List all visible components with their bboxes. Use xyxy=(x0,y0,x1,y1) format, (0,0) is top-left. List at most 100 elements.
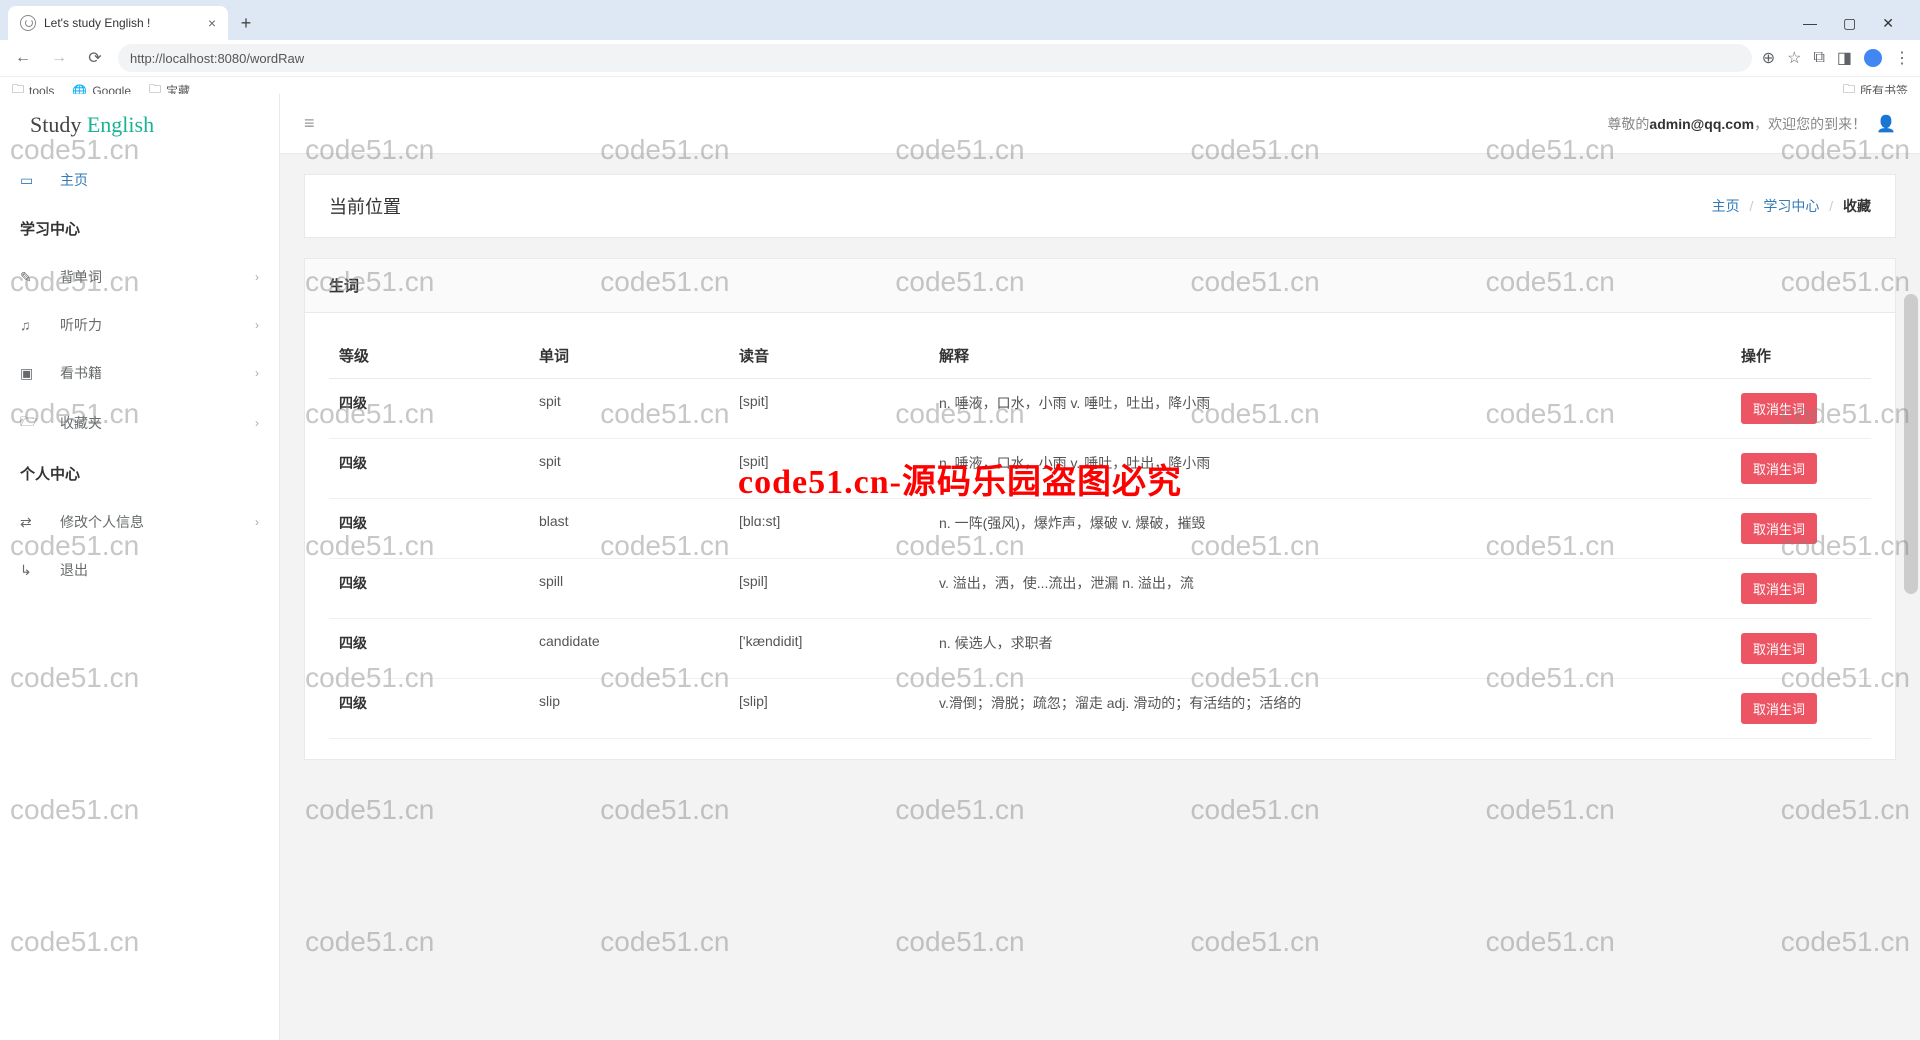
maximize-icon[interactable]: ▢ xyxy=(1839,11,1860,36)
greeting-user: admin@qq.com xyxy=(1649,116,1754,132)
cell-pron: [slip] xyxy=(729,679,929,739)
minimize-icon[interactable]: — xyxy=(1799,11,1821,35)
sidebar-item-words[interactable]: ✎ 背单词 › xyxy=(0,253,279,301)
close-window-icon[interactable]: ✕ xyxy=(1878,11,1898,36)
table-row: 四级spit[spit]n. 唾液，口水，小雨 v. 唾吐，吐出，降小雨取消生词 xyxy=(329,439,1871,499)
remove-word-button[interactable]: 取消生词 xyxy=(1741,393,1817,424)
remove-word-button[interactable]: 取消生词 xyxy=(1741,693,1817,724)
remove-word-button[interactable]: 取消生词 xyxy=(1741,513,1817,544)
panel-title: 生词 xyxy=(305,259,1895,313)
book-icon: ▣ xyxy=(20,365,60,382)
star-icon[interactable]: ☆ xyxy=(1787,48,1801,68)
breadcrumb-home[interactable]: 主页 xyxy=(1712,198,1740,214)
greeting-suffix: ，欢迎您的到来！ xyxy=(1754,116,1866,132)
main-area: ≡ 尊敬的admin@qq.com，欢迎您的到来！ 👤 当前位置 主页 / 学习… xyxy=(280,94,1920,1040)
new-tab-button[interactable]: + xyxy=(232,9,260,37)
scrollbar[interactable] xyxy=(1904,294,1918,594)
sidebar-item-label: 看书籍 xyxy=(60,363,255,383)
chevron-right-icon: › xyxy=(255,515,259,529)
cell-level: 四级 xyxy=(329,499,529,559)
laptop-icon: ▭ xyxy=(20,172,60,189)
url-input[interactable]: http://localhost:8080/wordRaw xyxy=(118,44,1752,72)
sidebar-item-label: 主页 xyxy=(60,170,259,190)
user-icon[interactable]: 👤 xyxy=(1876,114,1896,134)
logo-left: Study xyxy=(30,112,81,137)
window-controls: — ▢ ✕ xyxy=(1799,11,1912,36)
zoom-icon[interactable]: ⊕ xyxy=(1762,48,1775,68)
chevron-right-icon: › xyxy=(255,416,259,430)
col-meaning: 解释 xyxy=(929,333,1731,379)
exchange-icon: ⇄ xyxy=(20,514,60,531)
cell-word: candidate xyxy=(529,619,729,679)
sidebar: Study English ▭ 主页 学习中心 ✎ 背单词 › ♫ 听听力 › … xyxy=(0,94,280,1040)
url-text: http://localhost:8080/wordRaw xyxy=(130,51,304,66)
menu-icon[interactable]: ⋮ xyxy=(1894,48,1910,68)
app-root: Study English ▭ 主页 学习中心 ✎ 背单词 › ♫ 听听力 › … xyxy=(0,94,1920,1040)
browser-tab[interactable]: Let's study English ! × xyxy=(8,6,228,40)
remove-word-button[interactable]: 取消生词 xyxy=(1741,633,1817,664)
cell-action: 取消生词 xyxy=(1731,679,1871,739)
col-action: 操作 xyxy=(1731,333,1871,379)
cell-level: 四级 xyxy=(329,379,529,439)
sidebar-item-label: 退出 xyxy=(60,560,259,580)
sidebar-item-books[interactable]: ▣ 看书籍 › xyxy=(0,349,279,397)
cell-pron: [spit] xyxy=(729,379,929,439)
cell-level: 四级 xyxy=(329,439,529,499)
location-bar: 当前位置 主页 / 学习中心 / 收藏 xyxy=(304,174,1896,238)
chevron-right-icon: › xyxy=(255,366,259,380)
address-bar: ← → ⟳ http://localhost:8080/wordRaw ⊕ ☆ … xyxy=(0,40,1920,76)
vocab-panel: 生词 等级 单词 读音 解释 操作 四级spit[spit]n. xyxy=(304,258,1896,760)
sidebar-item-home[interactable]: ▭ 主页 xyxy=(0,156,279,204)
edit-icon: ✎ xyxy=(20,269,60,286)
table-row: 四级slip[slip]v.滑倒；滑脱；疏忽；溜走 adj. 滑动的；有活结的；… xyxy=(329,679,1871,739)
sidebar-item-listen[interactable]: ♫ 听听力 › xyxy=(0,301,279,349)
cell-meaning: v.滑倒；滑脱；疏忽；溜走 adj. 滑动的；有活结的；活络的 xyxy=(929,679,1731,739)
cell-pron: ['kændidit] xyxy=(729,619,929,679)
forward-button[interactable]: → xyxy=(46,45,72,71)
col-word: 单词 xyxy=(529,333,729,379)
arrow-down-icon: ↳ xyxy=(20,562,60,579)
headphones-icon: ♫ xyxy=(20,317,60,333)
tab-bar: Let's study English ! × + — ▢ ✕ xyxy=(0,0,1920,40)
breadcrumb: 主页 / 学习中心 / 收藏 xyxy=(1712,196,1871,216)
favicon-icon xyxy=(20,15,36,31)
cell-meaning: n. 唾液，口水，小雨 v. 唾吐，吐出，降小雨 xyxy=(929,439,1731,499)
cell-pron: [spit] xyxy=(729,439,929,499)
cell-pron: [spil] xyxy=(729,559,929,619)
cell-word: spit xyxy=(529,379,729,439)
location-title: 当前位置 xyxy=(329,193,401,219)
cell-action: 取消生词 xyxy=(1731,619,1871,679)
logo[interactable]: Study English xyxy=(0,94,279,156)
cell-meaning: n. 候选人，求职者 xyxy=(929,619,1731,679)
chevron-right-icon: › xyxy=(255,318,259,332)
sidebar-section-learn: 学习中心 xyxy=(0,204,279,253)
cell-action: 取消生词 xyxy=(1731,379,1871,439)
breadcrumb-learn[interactable]: 学习中心 xyxy=(1763,198,1819,214)
remove-word-button[interactable]: 取消生词 xyxy=(1741,573,1817,604)
logo-right: English xyxy=(87,112,154,137)
cell-action: 取消生词 xyxy=(1731,439,1871,499)
hamburger-icon[interactable]: ≡ xyxy=(304,113,315,134)
sidepanel-icon[interactable]: ◨ xyxy=(1837,48,1852,68)
chevron-right-icon: › xyxy=(255,270,259,284)
table-row: 四级blast[blɑ:st]n. 一阵(强风)，爆炸声，爆破 v. 爆破，摧毁… xyxy=(329,499,1871,559)
remove-word-button[interactable]: 取消生词 xyxy=(1741,453,1817,484)
table-row: 四级spill[spil]v. 溢出，洒，使...流出，泄漏 n. 溢出，流取消… xyxy=(329,559,1871,619)
reload-button[interactable]: ⟳ xyxy=(82,45,108,71)
content: 当前位置 主页 / 学习中心 / 收藏 生词 等级 单词 xyxy=(280,154,1920,1040)
back-button[interactable]: ← xyxy=(10,45,36,71)
sidebar-item-logout[interactable]: ↳ 退出 xyxy=(0,546,279,594)
sidebar-item-profile[interactable]: ⇄ 修改个人信息 › xyxy=(0,498,279,546)
col-level: 等级 xyxy=(329,333,529,379)
browser-chrome: Let's study English ! × + — ▢ ✕ ← → ⟳ ht… xyxy=(0,0,1920,94)
greeting: 尊敬的admin@qq.com，欢迎您的到来！ 👤 xyxy=(1607,114,1896,134)
cell-word: slip xyxy=(529,679,729,739)
profile-icon[interactable] xyxy=(1864,49,1882,67)
extension-icon[interactable]: ⧉ xyxy=(1813,49,1824,67)
table-row: 四级spit[spit]n. 唾液，口水，小雨 v. 唾吐，吐出，降小雨取消生词 xyxy=(329,379,1871,439)
cell-action: 取消生词 xyxy=(1731,559,1871,619)
cell-meaning: n. 唾液，口水，小雨 v. 唾吐，吐出，降小雨 xyxy=(929,379,1731,439)
tab-close-icon[interactable]: × xyxy=(208,15,216,31)
sidebar-item-favorites[interactable]: 🗁 收藏夹 › xyxy=(0,397,279,449)
cell-action: 取消生词 xyxy=(1731,499,1871,559)
